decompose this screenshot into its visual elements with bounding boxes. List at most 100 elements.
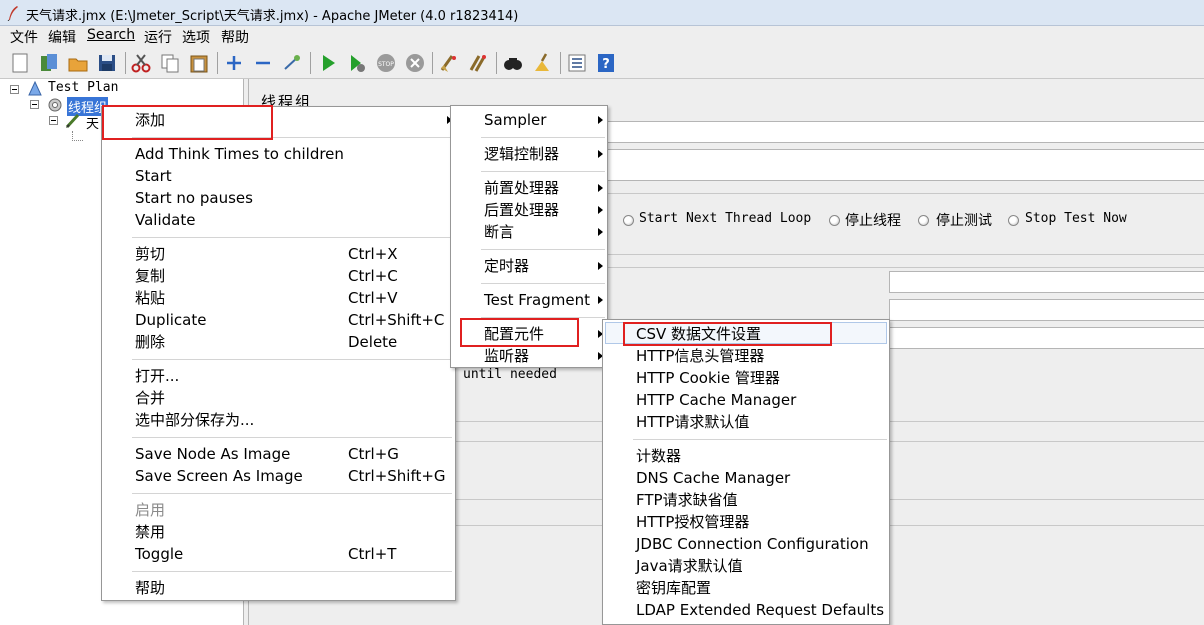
menu-separator bbox=[132, 571, 452, 572]
menu-separator bbox=[481, 137, 605, 138]
menu-item-start[interactable]: Start bbox=[102, 165, 455, 187]
config-item-counter[interactable]: 计数器 bbox=[603, 445, 889, 467]
save-icon[interactable] bbox=[96, 52, 118, 74]
menu-item-duplicate[interactable]: Duplicate Ctrl+Shift+C bbox=[102, 309, 455, 331]
submenu-arrow-icon bbox=[598, 262, 603, 270]
radio-stop-test-now[interactable] bbox=[1008, 215, 1019, 226]
menu-separator bbox=[132, 359, 452, 360]
config-item-header-manager[interactable]: HTTP信息头管理器 bbox=[603, 345, 889, 367]
submenu-item-listener[interactable]: 监听器 bbox=[451, 345, 607, 367]
menu-search[interactable]: Search bbox=[87, 27, 135, 43]
submenu-item-logic-controller[interactable]: 逻辑控制器 bbox=[451, 143, 607, 165]
toolbar-separator bbox=[560, 52, 561, 74]
radio-label-start-next-loop: Start Next Thread Loop bbox=[639, 211, 812, 226]
menu-file[interactable]: 文件 bbox=[10, 27, 38, 47]
stop-icon[interactable]: STOP bbox=[375, 52, 397, 74]
config-item-http-defaults[interactable]: HTTP请求默认值 bbox=[603, 411, 889, 433]
new-icon[interactable] bbox=[9, 52, 31, 74]
menu-help[interactable]: 帮助 bbox=[221, 27, 249, 47]
menu-item-cut[interactable]: 剪切 Ctrl+X bbox=[102, 243, 455, 265]
threads-field[interactable] bbox=[889, 271, 1204, 293]
collapse-icon[interactable] bbox=[252, 52, 274, 74]
loop-count-field[interactable] bbox=[889, 327, 1204, 349]
menu-item-validate[interactable]: Validate bbox=[102, 209, 455, 231]
radio-label-stop-test-now: Stop Test Now bbox=[1025, 211, 1127, 226]
radio-stop-thread[interactable] bbox=[829, 215, 840, 226]
expand-icon[interactable] bbox=[223, 52, 245, 74]
menu-item-merge[interactable]: 合并 bbox=[102, 387, 455, 409]
search-icon[interactable] bbox=[502, 52, 524, 74]
start-icon[interactable] bbox=[317, 52, 339, 74]
menu-options[interactable]: 选项 bbox=[182, 27, 210, 47]
config-item-cookie-manager[interactable]: HTTP Cookie 管理器 bbox=[603, 367, 889, 389]
sampler-pen-icon bbox=[65, 113, 80, 129]
tree-node-test-plan[interactable]: Test Plan bbox=[48, 80, 118, 95]
config-item-java-defaults[interactable]: Java请求默认值 bbox=[603, 555, 889, 577]
menu-item-delete[interactable]: 删除 Delete bbox=[102, 331, 455, 353]
reset-search-icon[interactable] bbox=[531, 52, 553, 74]
menu-item-toggle[interactable]: Toggle Ctrl+T bbox=[102, 543, 455, 565]
submenu-arrow-icon bbox=[598, 184, 603, 192]
paste-icon[interactable] bbox=[188, 52, 210, 74]
menu-item-disable[interactable]: 禁用 bbox=[102, 521, 455, 543]
menu-item-help[interactable]: 帮助 bbox=[102, 577, 455, 599]
tree-collapse-icon[interactable] bbox=[10, 85, 19, 94]
submenu-item-timer[interactable]: 定时器 bbox=[451, 255, 607, 277]
open-icon[interactable] bbox=[67, 52, 89, 74]
toolbar-separator bbox=[310, 52, 311, 74]
submenu-arrow-icon bbox=[598, 296, 603, 304]
templates-icon[interactable] bbox=[38, 52, 60, 74]
cut-icon[interactable] bbox=[130, 52, 152, 74]
config-item-ldap-ext-defaults[interactable]: LDAP Extended Request Defaults bbox=[603, 599, 889, 621]
function-helper-icon[interactable] bbox=[566, 52, 588, 74]
menu-item-save-screen-image[interactable]: Save Screen As Image Ctrl+Shift+G bbox=[102, 465, 455, 487]
menu-item-open[interactable]: 打开... bbox=[102, 365, 455, 387]
tree-connector bbox=[72, 131, 83, 141]
menu-run[interactable]: 运行 bbox=[144, 27, 172, 47]
submenu-item-test-fragment[interactable]: Test Fragment bbox=[451, 289, 607, 311]
config-item-dns-cache[interactable]: DNS Cache Manager bbox=[603, 467, 889, 489]
submenu-item-post-processor[interactable]: 后置处理器 bbox=[451, 199, 607, 221]
toolbar-separator bbox=[496, 52, 497, 74]
thread-group-gear-icon bbox=[48, 98, 62, 112]
test-plan-icon bbox=[28, 81, 42, 96]
tree-collapse-icon[interactable] bbox=[30, 100, 39, 109]
radio-label-stop-thread: 停止线程 bbox=[845, 213, 901, 229]
ramp-up-field[interactable] bbox=[889, 299, 1204, 321]
menu-item-copy[interactable]: 复制 Ctrl+C bbox=[102, 265, 455, 287]
menu-item-paste[interactable]: 粘贴 Ctrl+V bbox=[102, 287, 455, 309]
menu-edit[interactable]: 编辑 bbox=[48, 27, 76, 47]
clear-all-icon[interactable] bbox=[467, 52, 489, 74]
shutdown-icon[interactable] bbox=[404, 52, 426, 74]
menu-item-save-selection[interactable]: 选中部分保存为... bbox=[102, 409, 455, 431]
window-title: 天气请求.jmx (E:\Jmeter_Script\天气请求.jmx) - A… bbox=[26, 9, 519, 24]
context-menu: 添加 Add Think Times to children Start Sta… bbox=[101, 106, 456, 601]
config-element-submenu: CSV 数据文件设置 HTTP信息头管理器 HTTP Cookie 管理器 HT… bbox=[602, 319, 890, 625]
highlight-box-config-element bbox=[460, 318, 579, 347]
tree-collapse-icon[interactable] bbox=[49, 116, 58, 125]
submenu-item-assertion[interactable]: 断言 bbox=[451, 221, 607, 243]
menu-item-start-no-pauses[interactable]: Start no pauses bbox=[102, 187, 455, 209]
config-item-jdbc-config[interactable]: JDBC Connection Configuration bbox=[603, 533, 889, 555]
config-item-keystore[interactable]: 密钥库配置 bbox=[603, 577, 889, 599]
config-item-cache-manager[interactable]: HTTP Cache Manager bbox=[603, 389, 889, 411]
menu-item-save-node-image[interactable]: Save Node As Image Ctrl+G bbox=[102, 443, 455, 465]
submenu-item-pre-processor[interactable]: 前置处理器 bbox=[451, 177, 607, 199]
tree-node-child[interactable]: 天 bbox=[86, 113, 99, 132]
start-no-pause-icon[interactable] bbox=[346, 52, 368, 74]
radio-start-next-loop[interactable] bbox=[623, 215, 634, 226]
clear-icon[interactable] bbox=[438, 52, 460, 74]
menu-separator bbox=[481, 171, 605, 172]
copy-icon[interactable] bbox=[159, 52, 181, 74]
config-item-ftp-defaults[interactable]: FTP请求缺省值 bbox=[603, 489, 889, 511]
menu-separator bbox=[481, 283, 605, 284]
toggle-icon[interactable] bbox=[281, 52, 303, 74]
highlight-box-csv-data-set bbox=[623, 322, 832, 346]
radio-stop-test[interactable] bbox=[918, 215, 929, 226]
submenu-item-sampler[interactable]: Sampler bbox=[451, 109, 607, 131]
config-item-auth-manager[interactable]: HTTP授权管理器 bbox=[603, 511, 889, 533]
menu-separator bbox=[633, 439, 887, 440]
submenu-arrow-icon bbox=[598, 228, 603, 236]
help-icon[interactable]: ? bbox=[595, 52, 617, 74]
menu-item-add-think-times[interactable]: Add Think Times to children bbox=[102, 143, 455, 165]
